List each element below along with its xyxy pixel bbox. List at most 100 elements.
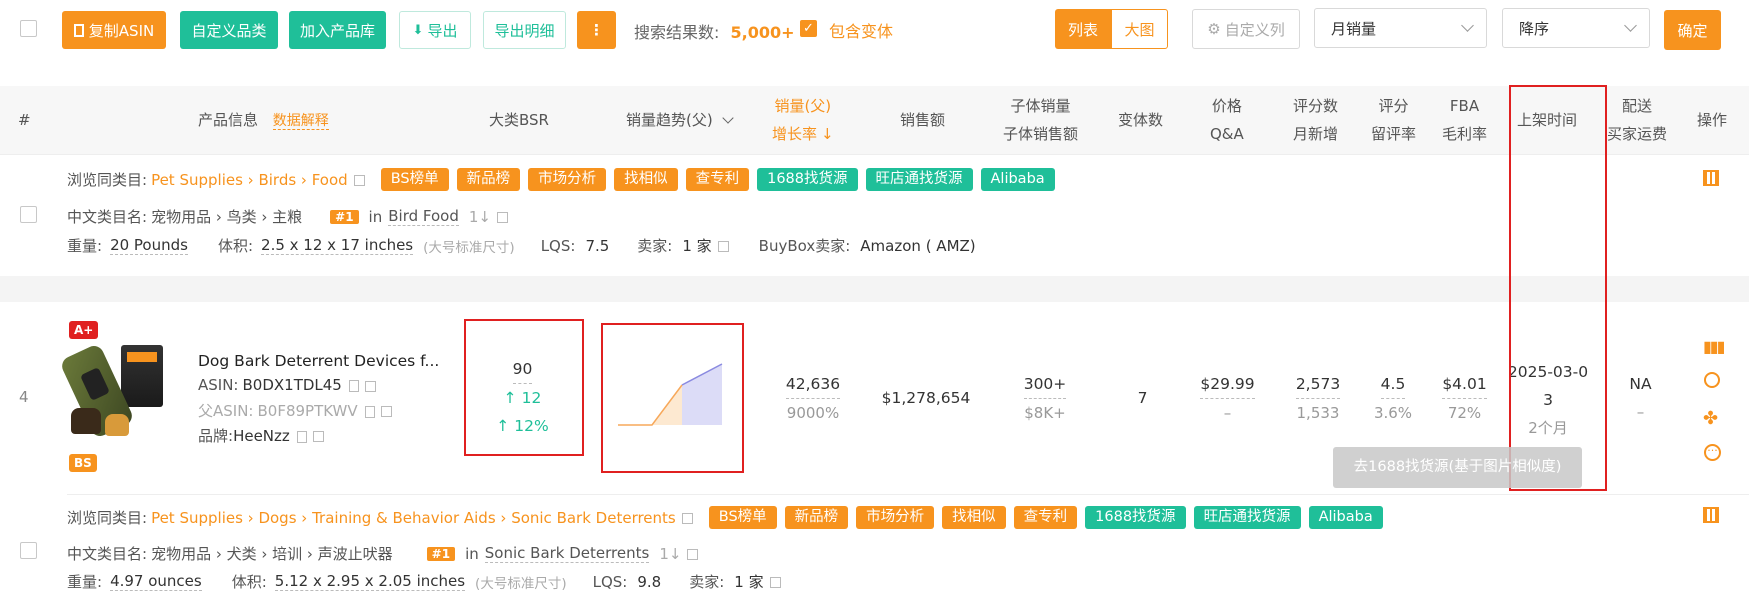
external-link-icon[interactable] [681,513,693,524]
export-button[interactable]: ⬇ 导出 [399,11,471,49]
external-link-icon[interactable] [687,549,699,560]
highlight-box-bsr [464,319,584,456]
brand-line: 品牌: HeeNzz [198,425,324,446]
external-link-icon[interactable] [380,406,392,417]
export-detail-button[interactable]: 导出明细 [483,11,566,49]
col-delivery[interactable]: 配送 买家运费 [1607,92,1667,148]
product-title[interactable]: Dog Bark Deterrent Devices f... [198,352,439,370]
external-link-icon[interactable] [769,577,781,588]
fba-cell: $4.01 72% [1432,370,1497,427]
asin-line: ASIN: B0DX1TDL45 [198,376,376,394]
child-sales-cell: 300+ $8K+ [1000,370,1090,427]
category-link[interactable]: Sonic Bark Deterrents [511,509,676,527]
rank-badge: #1 [426,546,456,561]
copy-icon[interactable] [296,430,307,443]
breadcrumb-separator: › [495,508,512,527]
custom-columns-button[interactable]: ⚙ 自定义列 [1192,9,1300,49]
source-tag-button[interactable]: 旺店通找货源 [1193,506,1301,529]
bar-chart-icon[interactable]: ▮▮▮ [1703,337,1725,356]
copy-icon [73,23,84,37]
tag-button[interactable]: 市场分析 [856,506,935,529]
clover-icon[interactable]: ✤ [1703,408,1718,429]
source-tag-button[interactable]: 旺店通找货源 [865,168,973,191]
col-bsr[interactable]: 大类BSR [489,106,549,134]
add-to-library-button[interactable]: 加入产品库 [289,11,386,49]
external-link-icon[interactable] [496,212,508,223]
col-price[interactable]: 价格 Q&A [1210,92,1244,148]
view-grid-button[interactable]: 大图 [1111,9,1168,49]
copy-asin-button[interactable]: 复制ASIN [62,11,166,49]
top-row-spec-line: 重量: 20 Pounds 体积: 2.5 x 12 x 17 inches (… [67,236,976,256]
col-sales-trend[interactable]: 销量趋势(父) [626,106,734,134]
product-image[interactable] [58,340,169,445]
view-list-button[interactable]: 列表 [1055,9,1111,49]
copy-icon[interactable] [364,405,375,418]
category-link[interactable]: Food [312,171,348,189]
breadcrumb-separator: › [242,170,259,189]
col-revenue[interactable]: 销售额 [900,106,945,134]
tag-button[interactable]: 找相似 [614,168,678,191]
category-link[interactable]: Training & Behavior Aids [312,509,496,527]
tag-button[interactable]: 市场分析 [528,168,607,191]
source-tag-button[interactable]: Alibaba [980,168,1055,191]
col-variants[interactable]: 变体数 [1118,106,1163,134]
source-tag-button[interactable]: 1688找货源 [1085,506,1186,529]
row-checkbox[interactable] [20,542,37,559]
delivery-cell: NA – [1629,375,1652,421]
tooltip: 去1688找货源(基于图片相似度) [1333,447,1582,488]
download-icon: ⬇ [412,22,424,38]
tag-button[interactable]: 查专利 [685,168,750,191]
calculator-icon[interactable] [1703,170,1719,186]
sort-field-select[interactable]: 月销量 [1314,8,1487,48]
category-path: Pet Supplies › Birds › Food [151,171,348,189]
custom-category-button[interactable]: 自定义品类 [180,11,278,49]
more-circle-icon[interactable]: ··· [1704,444,1721,461]
tag-button[interactable]: BS榜单 [708,506,777,529]
table-header: # 产品信息 数据解释 大类BSR 销量趋势(父) 销量(父) 增长率 ↓ 销售额… [0,86,1749,154]
more-button[interactable]: ⋮ [577,11,616,49]
category-link[interactable]: Birds [258,171,296,189]
sort-icon: 1↓ [468,207,491,226]
tag-button[interactable]: BS榜单 [380,168,449,191]
sort-desc-icon: ↓ [821,125,834,143]
include-variants-checkbox[interactable]: ✓ [800,20,817,37]
col-child-sales[interactable]: 子体销量 子体销售额 [1003,92,1078,148]
external-link-icon[interactable] [312,431,324,442]
category-link[interactable]: Dogs [258,509,296,527]
col-fba[interactable]: FBA 毛利率 [1442,92,1487,148]
tag-group: BS榜单 新品榜 市场分析 找相似 查专利 1688找货源 旺店通找货源 Alibaba [380,168,1063,191]
source-tag-button[interactable]: Alibaba [1308,506,1383,529]
row-checkbox[interactable] [20,206,37,223]
external-link-icon[interactable] [364,380,376,392]
category-link[interactable]: Pet Supplies [151,509,243,527]
price-cell: $29.99 – [1190,370,1265,427]
sort-icon: 1↓ [659,544,682,563]
data-explain-link[interactable]: 数据解释 [272,113,329,130]
location-icon[interactable] [1704,372,1720,388]
tag-button[interactable]: 新品榜 [784,506,849,529]
tag-button[interactable]: 查专利 [1013,506,1078,529]
confirm-button[interactable]: 确定 [1664,10,1721,50]
col-rating[interactable]: 评分 留评率 [1371,92,1416,148]
rank-badge: #1 [330,209,359,224]
category-path: Pet Supplies › Dogs › Training & Behavio… [151,509,676,527]
select-all-checkbox[interactable] [20,20,37,37]
external-link-icon[interactable] [353,175,365,186]
col-sales-parent[interactable]: 销量(父) 增长率 ↓ [772,92,834,148]
rank-category-link[interactable]: Sonic Bark Deterrents [484,544,650,563]
col-index: # [18,111,31,129]
include-variants-label: 包含变体 [829,22,894,41]
external-link-icon[interactable] [717,241,729,252]
col-ratings[interactable]: 评分数 月新增 [1293,92,1338,148]
calculator-icon[interactable] [1703,507,1719,523]
revenue-cell: $1,278,654 [881,389,971,407]
gear-icon: ⚙ [1207,20,1221,38]
copy-icon[interactable] [348,380,359,392]
tag-button[interactable]: 新品榜 [456,168,521,191]
rank-category-link[interactable]: Bird Food [388,207,459,226]
chevron-down-icon [1624,19,1637,32]
tag-button[interactable]: 找相似 [942,506,1006,529]
sort-order-select[interactable]: 降序 [1502,8,1650,48]
category-link[interactable]: Pet Supplies [151,171,243,189]
source-tag-button[interactable]: 1688找货源 [757,168,858,191]
